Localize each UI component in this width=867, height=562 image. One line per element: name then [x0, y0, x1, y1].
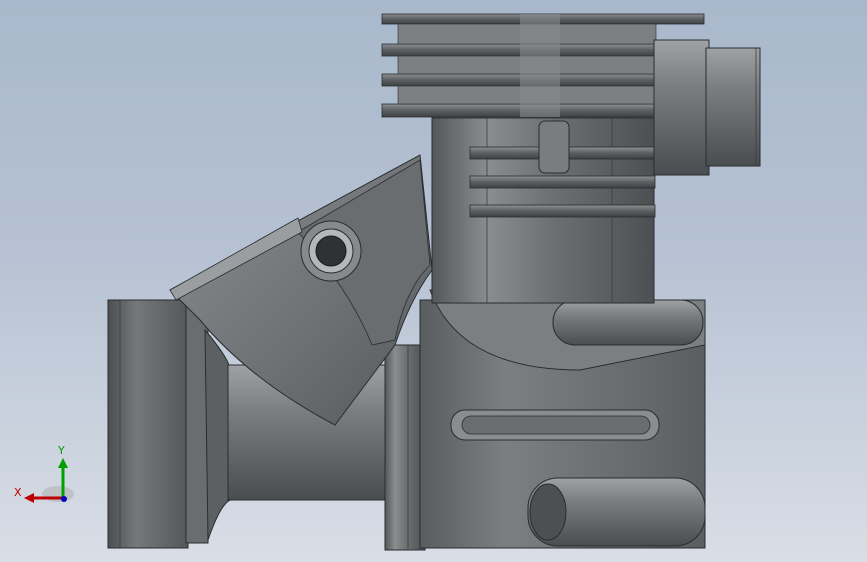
engine-crankcase-model[interactable]	[0, 0, 867, 562]
needle-valve-boss	[300, 220, 362, 282]
triad-base-icon	[42, 486, 74, 502]
x-axis-arrowhead-icon	[24, 493, 34, 503]
axis-triad: Y X	[14, 444, 74, 503]
cylinder-barrel	[431, 117, 656, 304]
cad-3d-viewport[interactable]: Y X	[0, 0, 867, 562]
x-axis-label: X	[14, 486, 22, 499]
y-axis-label: Y	[57, 444, 65, 457]
left-flange	[107, 299, 209, 549]
y-axis-arrowhead-icon	[58, 458, 68, 468]
z-axis-dot-icon	[61, 496, 67, 502]
right-body	[419, 289, 706, 549]
exhaust-boss	[653, 39, 761, 176]
